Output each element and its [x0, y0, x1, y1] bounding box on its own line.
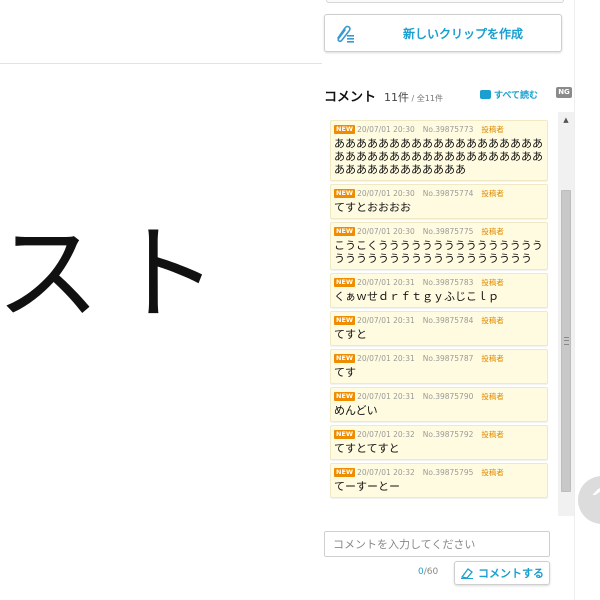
new-badge: NEW	[334, 354, 356, 363]
comment-number: No.39875784	[422, 316, 474, 325]
read-all-button[interactable]: すべて読む	[480, 88, 538, 101]
char-count-max: /60	[423, 567, 439, 577]
comment-poster: 投稿者	[481, 468, 504, 477]
comment-time: 20/07/01 20:32	[357, 430, 415, 439]
comment-meta: NEW 20/07/01 20:30 No.39875774 投稿者	[334, 188, 543, 199]
comment-number: No.39875775	[422, 227, 474, 236]
comment-list: NEW 20/07/01 20:30 No.39875773 投稿者 あああああああああ…	[330, 120, 548, 501]
comment-text: くぁｗせｄｒｆｔｇｙふじこｌｐ	[334, 290, 499, 303]
comment-count-total: / 全11件	[409, 94, 443, 103]
comment-time: 20/07/01 20:30	[357, 227, 415, 236]
comments-title: コメント	[324, 90, 377, 105]
new-clip-button[interactable]: 新しいクリップを作成	[324, 14, 562, 52]
comment-time: 20/07/01 20:31	[357, 392, 415, 401]
comment-meta: NEW 20/07/01 20:32 No.39875792 投稿者	[334, 429, 543, 440]
new-clip-label: 新しいクリップを作成	[402, 26, 523, 41]
comment-number: No.39875795	[422, 468, 474, 477]
comment-input[interactable]	[324, 531, 550, 557]
comment-number: No.39875774	[422, 189, 474, 198]
comment-number: No.39875787	[422, 354, 474, 363]
up-arrow-icon: ^	[590, 484, 600, 512]
comment-text: ああああああああああああああああああああああああああああああああああああああああ…	[334, 137, 543, 176]
comment-poster: 投稿者	[481, 316, 504, 325]
comment-meta: NEW 20/07/01 20:31 No.39875784 投稿者	[334, 315, 543, 326]
comment-header: コメント 11件 / 全11件 すべて読む NG	[322, 84, 574, 106]
grip-icon	[564, 337, 569, 345]
comment-item[interactable]: NEW 20/07/01 20:31 No.39875783 投稿者くぁｗせｄｒｆｔｇ…	[330, 273, 548, 308]
comment-count: 11件 / 全11件	[384, 89, 443, 105]
eraser-pen-icon	[460, 568, 473, 579]
comment-meta: NEW 20/07/01 20:30 No.39875775 投稿者	[334, 226, 543, 237]
header-divider	[0, 63, 322, 64]
new-badge: NEW	[334, 430, 356, 439]
comment-meta: NEW 20/07/01 20:31 No.39875783 投稿者	[334, 277, 543, 288]
comment-meta: NEW 20/07/01 20:30 No.39875773 投稿者	[334, 124, 543, 135]
triangle-up-icon[interactable]: ▲	[558, 114, 574, 126]
new-badge: NEW	[334, 316, 356, 325]
post-comment-button[interactable]: コメントする	[454, 561, 550, 585]
comment-panel: 新しいクリップを作成 コメント 11件 / 全11件 すべて読む NG NEW 2…	[322, 0, 574, 600]
comment-meta: NEW 20/07/01 20:31 No.39875790 投稿者	[334, 391, 543, 402]
new-badge: NEW	[334, 227, 356, 236]
comment-poster: 投稿者	[481, 392, 504, 401]
comment-text: てーすーとー	[334, 480, 400, 493]
comment-scrollbar[interactable]: ▲	[558, 112, 574, 516]
main-content: スト	[0, 0, 322, 600]
ng-button[interactable]: NG	[556, 87, 572, 98]
comment-text: てすとてすと	[334, 442, 400, 455]
comment-number: No.39875783	[422, 278, 474, 287]
speech-bubble-icon	[480, 90, 491, 99]
new-badge: NEW	[334, 468, 356, 477]
comment-number: No.39875790	[422, 392, 474, 401]
comment-text: てす	[334, 366, 356, 379]
comment-poster: 投稿者	[481, 189, 504, 198]
comment-time: 20/07/01 20:31	[357, 278, 415, 287]
top-panel-edge	[326, 0, 564, 3]
comment-item[interactable]: NEW 20/07/01 20:31 No.39875787 投稿者てす	[330, 349, 548, 384]
comment-item[interactable]: NEW 20/07/01 20:32 No.39875795 投稿者てーすーとー	[330, 463, 548, 498]
comment-item[interactable]: NEW 20/07/01 20:31 No.39875790 投稿者めんどい	[330, 387, 548, 422]
comment-item[interactable]: NEW 20/07/01 20:30 No.39875774 投稿者てすとおおおお	[330, 184, 548, 219]
comment-poster: 投稿者	[481, 354, 504, 363]
comment-text: てすと	[334, 328, 367, 341]
comment-poster: 投稿者	[481, 278, 504, 287]
comment-item[interactable]: NEW 20/07/01 20:30 No.39875773 投稿者あああああああああ…	[330, 120, 548, 181]
comment-number: No.39875792	[422, 430, 474, 439]
scroll-thumb[interactable]	[561, 190, 571, 492]
comment-poster: 投稿者	[481, 125, 504, 134]
read-all-label: すべて読む	[494, 91, 539, 101]
char-counter: 0/60	[418, 567, 438, 577]
comment-text: てすとおおおお	[334, 201, 411, 214]
new-badge: NEW	[334, 189, 356, 198]
comment-time: 20/07/01 20:31	[357, 354, 415, 363]
new-badge: NEW	[334, 278, 356, 287]
comment-time: 20/07/01 20:30	[357, 125, 415, 134]
new-badge: NEW	[334, 392, 356, 401]
comment-count-shown: 11件	[384, 91, 409, 104]
comment-list-frame: NEW 20/07/01 20:30 No.39875773 投稿者 あああああああああ…	[322, 112, 574, 516]
comment-time: 20/07/01 20:31	[357, 316, 415, 325]
new-badge: NEW	[334, 125, 356, 134]
comment-meta: NEW 20/07/01 20:32 No.39875795 投稿者	[334, 467, 543, 478]
comment-text: こうこくううううううううううううううううううううううううううううううううう	[334, 239, 543, 265]
comment-meta: NEW 20/07/01 20:31 No.39875787 投稿者	[334, 353, 543, 364]
post-comment-label: コメントする	[478, 567, 544, 580]
comment-item[interactable]: NEW 20/07/01 20:31 No.39875784 投稿者てすと	[330, 311, 548, 346]
comment-time: 20/07/01 20:32	[357, 468, 415, 477]
comment-poster: 投稿者	[481, 227, 504, 236]
comment-item[interactable]: NEW 20/07/01 20:32 No.39875792 投稿者てすとてすと	[330, 425, 548, 460]
comment-text: めんどい	[334, 404, 378, 417]
comment-item[interactable]: NEW 20/07/01 20:30 No.39875775 投稿者こうこくううううう…	[330, 222, 548, 270]
main-big-text: スト	[0, 213, 233, 335]
comment-poster: 投稿者	[481, 430, 504, 439]
comment-time: 20/07/01 20:30	[357, 189, 415, 198]
comment-number: No.39875773	[422, 125, 474, 134]
